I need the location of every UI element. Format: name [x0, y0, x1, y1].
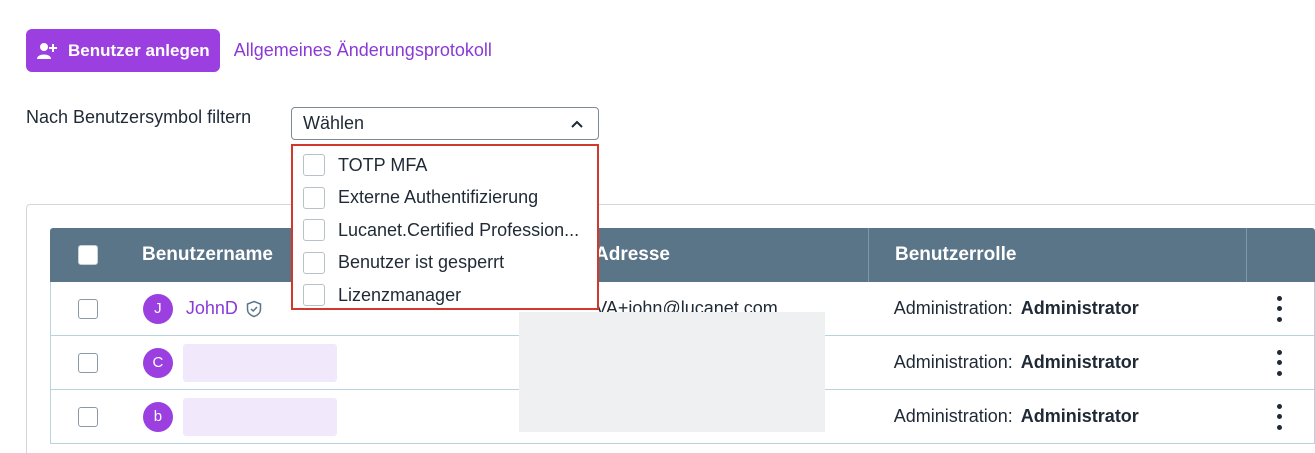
- kebab-menu-icon[interactable]: [1276, 349, 1284, 376]
- row-check-cell: [51, 336, 126, 389]
- changelog-link[interactable]: Allgemeines Änderungsprotokoll: [234, 40, 492, 61]
- header-actions: [1246, 228, 1315, 282]
- option-label: Benutzer ist gesperrt: [338, 252, 505, 273]
- redacted-email-block: [519, 312, 825, 432]
- option-license-manager[interactable]: Lizenzmanager: [293, 279, 597, 312]
- header-role[interactable]: Benutzerrolle: [868, 228, 1246, 282]
- kebab-menu-icon[interactable]: [1276, 403, 1284, 430]
- option-label: TOTP MFA: [338, 154, 428, 175]
- username-link[interactable]: JohnD: [186, 298, 238, 319]
- select-all-checkbox[interactable]: [77, 245, 98, 265]
- row-checkbox[interactable]: [78, 298, 99, 319]
- option-totp-mfa[interactable]: TOTP MFA: [293, 149, 597, 182]
- username-cell: b: [126, 390, 515, 443]
- create-user-button[interactable]: Benutzer anlegen: [26, 29, 220, 72]
- username-cell: C: [126, 336, 515, 389]
- role-cell: Administration: Administrator: [868, 282, 1245, 335]
- role-value: Administrator: [1020, 406, 1139, 426]
- actions-cell: [1245, 336, 1314, 389]
- role-value: Administrator: [1020, 352, 1139, 372]
- filter-label: Nach Benutzersymbol filtern: [26, 107, 252, 127]
- option-certified-professional[interactable]: Lucanet.Certified Profession...: [293, 214, 597, 247]
- shield-check-icon: [245, 300, 263, 318]
- chevron-up-icon: [570, 117, 584, 131]
- role-cell: Administration: Administrator: [868, 390, 1245, 443]
- option-checkbox[interactable]: [303, 251, 325, 274]
- option-label: Lizenzmanager: [338, 284, 462, 305]
- add-user-icon: [36, 40, 58, 62]
- kebab-menu-icon[interactable]: [1276, 295, 1284, 322]
- role-cell: Administration: Administrator: [868, 336, 1245, 389]
- option-label: Lucanet.Certified Profession...: [338, 219, 580, 240]
- table-header: Benutzername Adresse Benutzerrolle: [50, 228, 1315, 282]
- option-external-auth[interactable]: Externe Authentifizierung: [293, 182, 597, 215]
- avatar: b: [142, 401, 173, 432]
- select-value: Wählen: [303, 113, 365, 133]
- redacted-username: [182, 343, 337, 382]
- toolbar: Benutzer anlegen Allgemeines Änderungspr…: [26, 29, 492, 72]
- avatar: J: [142, 293, 173, 324]
- row-checkbox[interactable]: [78, 406, 99, 427]
- actions-cell: [1245, 390, 1314, 443]
- avatar: C: [142, 347, 173, 378]
- option-checkbox[interactable]: [303, 284, 325, 307]
- role-value: Administrator: [1020, 298, 1139, 318]
- option-checkbox[interactable]: [303, 186, 325, 209]
- option-checkbox[interactable]: [303, 154, 325, 177]
- role-prefix: Administration:: [893, 406, 1013, 426]
- redacted-username: [182, 397, 337, 436]
- row-checkbox[interactable]: [78, 352, 99, 373]
- option-user-locked[interactable]: Benutzer ist gesperrt: [293, 247, 597, 280]
- role-prefix: Administration:: [893, 352, 1013, 372]
- role-prefix: Administration:: [893, 298, 1013, 318]
- filter-row: Nach Benutzersymbol filtern Wählen: [26, 107, 599, 140]
- header-check-cell: [50, 228, 125, 282]
- create-user-label: Benutzer anlegen: [68, 40, 210, 60]
- user-symbol-filter-select[interactable]: Wählen: [291, 107, 599, 140]
- row-check-cell: [51, 390, 126, 443]
- filter-dropdown: TOTP MFA Externe Authentifizierung Lucan…: [291, 144, 599, 310]
- option-label: Externe Authentifizierung: [338, 187, 539, 208]
- row-check-cell: [51, 282, 126, 335]
- option-checkbox[interactable]: [303, 219, 325, 242]
- actions-cell: [1245, 282, 1314, 335]
